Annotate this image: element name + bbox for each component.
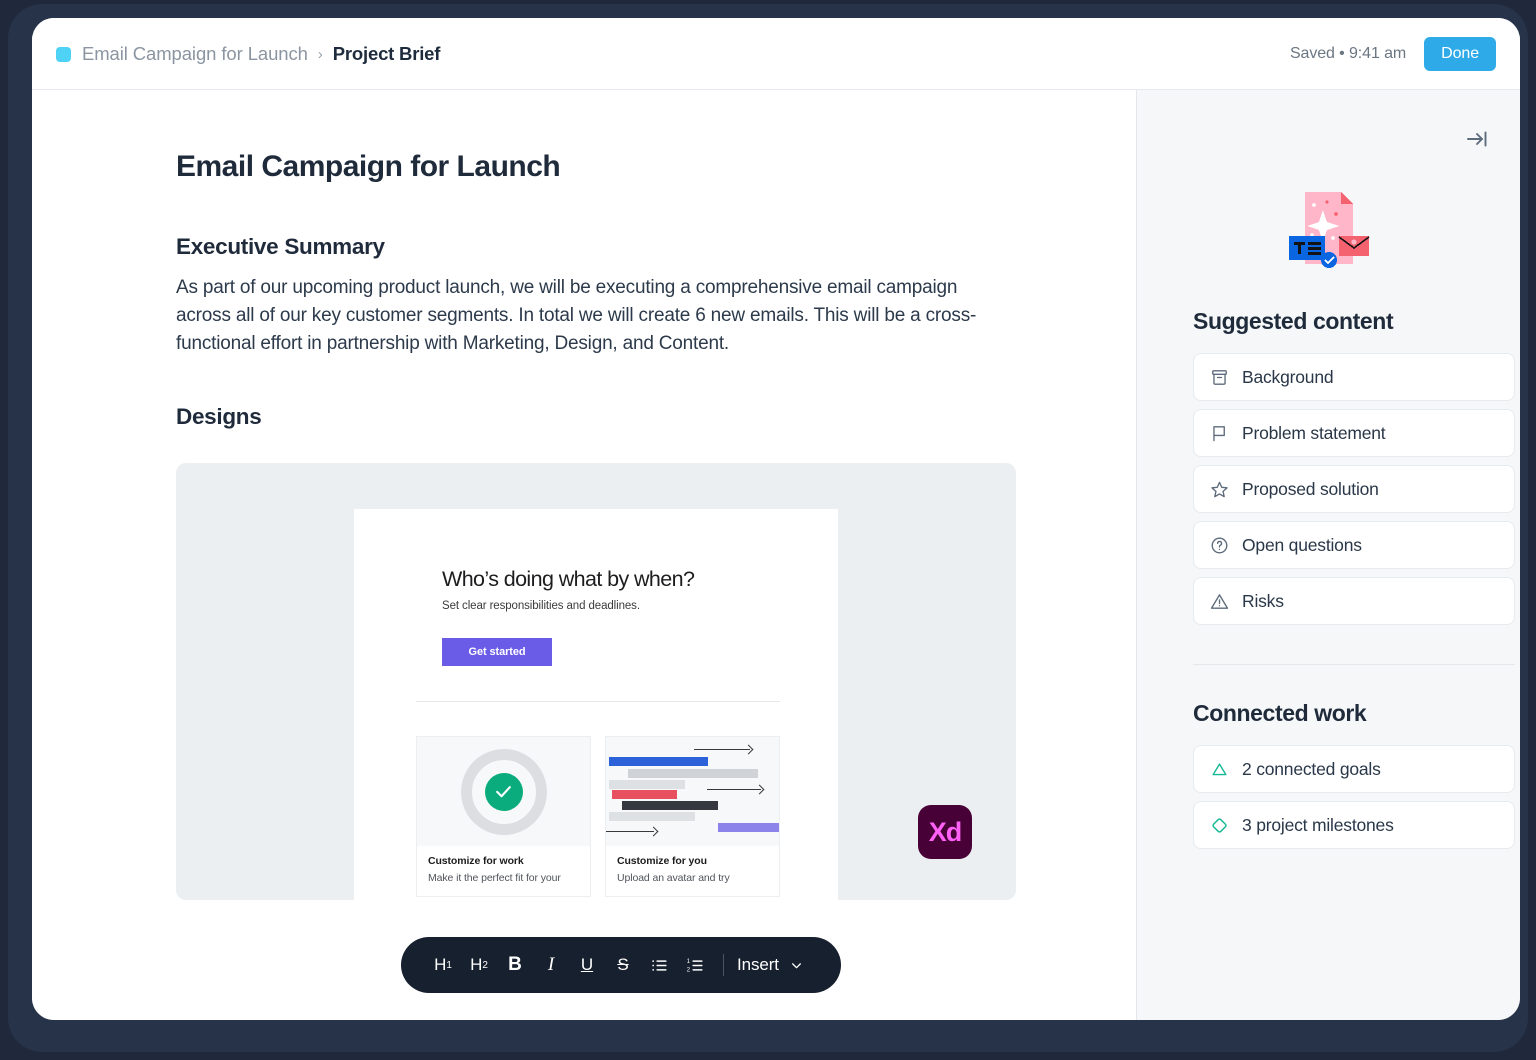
donut-check-thumb [416,736,591,846]
timeline-bar [609,757,708,766]
bulleted-list-button[interactable] [641,945,677,985]
sidebar-item-label: Problem statement [1242,422,1386,443]
heading-2-button[interactable]: H2 [461,945,497,985]
design-preview-canvas: Who’s doing what by when? Set clear resp… [354,509,838,900]
timeline-bar [612,790,677,799]
suggested-content-list: Background Problem statement Proposed so… [1193,353,1515,625]
sidebar-item-label: Risks [1242,590,1284,611]
chevron-right-icon: › [317,45,323,63]
preview-divider [416,701,780,702]
preview-subheadline: Set clear responsibilities and deadlines… [442,600,640,612]
connected-work-list: 2 connected goals 3 project milestones [1193,745,1515,849]
save-status-text: Saved • 9:41 am [1289,45,1407,62]
flag-icon [1213,425,1225,441]
insert-menu-button[interactable]: Insert [737,955,803,975]
question-circle-icon [1211,537,1228,553]
chevron-down-icon [791,962,801,968]
section-heading-executive-summary: Executive Summary [176,234,385,259]
preview-card-body: Customize for work Make it the perfect f… [416,846,591,897]
sidebar-item-background[interactable]: Background [1193,353,1515,401]
preview-card[interactable]: Customize for you Upload an avatar and t… [605,736,780,897]
archive-box-icon [1212,369,1227,385]
formatting-toolbar[interactable]: H1 H2 B I U S 1 2 Insert [401,937,841,993]
h2-subscript: 2 [482,959,488,971]
numbered-list-button[interactable]: 1 2 [677,945,713,985]
timeline-arrow [606,831,654,832]
suggested-content-illustration [1137,180,1520,276]
timeline-bar [622,801,718,810]
app-header: Email Campaign for Launch › Project Brie… [32,18,1520,90]
sidebar-item-project-milestones[interactable]: 3 project milestones [1193,801,1515,849]
timeline-bars-thumb [605,736,780,846]
timeline-arrow [707,789,761,790]
h2-glyph: H [470,955,483,974]
warning-triangle-icon [1210,593,1229,609]
sidebar-item-label: 3 project milestones [1242,814,1394,835]
app-window: Email Campaign for Launch › Project Brie… [32,18,1520,1020]
breadcrumb: Email Campaign for Launch › Project Brie… [56,18,440,90]
timeline-bar [609,780,685,789]
preview-card-body: Customize for you Upload an avatar and t… [605,846,780,897]
preview-card-title: Customize for you [617,855,707,867]
preview-card-text: Make it the perfect fit for your [428,872,561,884]
sidebar-item-label: Background [1242,366,1334,387]
sidebar-item-problem-statement[interactable]: Problem statement [1193,409,1515,457]
timeline-arrow-head [743,744,754,755]
heading-1-button[interactable]: H1 [425,945,461,985]
section-heading-designs: Designs [176,404,262,429]
device-frame: Email Campaign for Launch › Project Brie… [8,4,1528,1052]
document-body: Email Campaign for Launch Executive Summ… [176,90,1016,900]
sidebar-item-label: Open questions [1242,534,1362,555]
section-paragraph-executive-summary: As part of our upcoming product launch, … [176,277,977,354]
adobe-xd-icon: Xd [918,805,972,859]
timeline-bar [718,823,779,832]
preview-card[interactable]: Customize for work Make it the perfect f… [416,736,591,897]
timeline-bar [609,812,695,821]
header-actions: Saved • 9:41 am Done [1290,18,1496,90]
star-icon [1211,481,1228,497]
svg-text:2: 2 [686,967,689,973]
milestone-diamond-icon [1212,817,1227,833]
collapse-panel-icon[interactable] [1462,124,1492,154]
suggested-content-title: Suggested content [1193,308,1394,334]
sidebar-section-divider [1193,664,1515,665]
preview-headline: Who’s doing what by when? [442,567,695,591]
connected-work-title: Connected work [1193,700,1367,726]
timeline-bar [628,769,758,778]
timeline-arrow-head [754,784,765,795]
bold-button[interactable]: B [497,945,533,985]
design-embed-card[interactable]: Who’s doing what by when? Set clear resp… [176,463,1016,900]
right-sidebar: Suggested content Background Problem sta… [1136,90,1520,1020]
sidebar-item-connected-goals[interactable]: 2 connected goals [1193,745,1515,793]
goal-triangle-icon [1212,762,1227,775]
preview-card-text: Upload an avatar and try [617,872,730,884]
done-button[interactable]: Done [1424,37,1496,71]
svg-text:1: 1 [686,958,689,964]
sidebar-item-open-questions[interactable]: Open questions [1193,521,1515,569]
breadcrumb-parent-link[interactable]: Email Campaign for Launch [82,43,308,65]
italic-button[interactable]: I [533,945,569,985]
check-circle-icon [484,772,523,811]
strikethrough-button[interactable]: S [605,945,641,985]
sidebar-body: Suggested content Background Problem sta… [1193,308,1515,849]
document-content-area[interactable]: Email Campaign for Launch Executive Summ… [32,90,1136,1020]
preview-get-started-button[interactable]: Get started [442,638,552,666]
underline-button[interactable]: U [569,945,605,985]
toolbar-divider [723,954,724,976]
h1-glyph: H [434,955,447,974]
project-color-swatch [56,46,71,62]
sidebar-item-proposed-solution[interactable]: Proposed solution [1193,465,1515,513]
preview-card-title: Customize for work [428,855,524,867]
h1-subscript: 1 [446,959,452,971]
preview-card-list: Customize for work Make it the perfect f… [416,736,780,897]
page-title: Email Campaign for Launch [176,150,561,183]
sidebar-item-label: 2 connected goals [1242,758,1381,779]
timeline-arrow-head [648,826,659,837]
insert-label: Insert [737,955,779,974]
breadcrumb-current: Project Brief [332,43,441,64]
sidebar-item-risks[interactable]: Risks [1193,577,1515,625]
timeline-arrow [694,749,750,750]
sidebar-item-label: Proposed solution [1242,478,1379,499]
